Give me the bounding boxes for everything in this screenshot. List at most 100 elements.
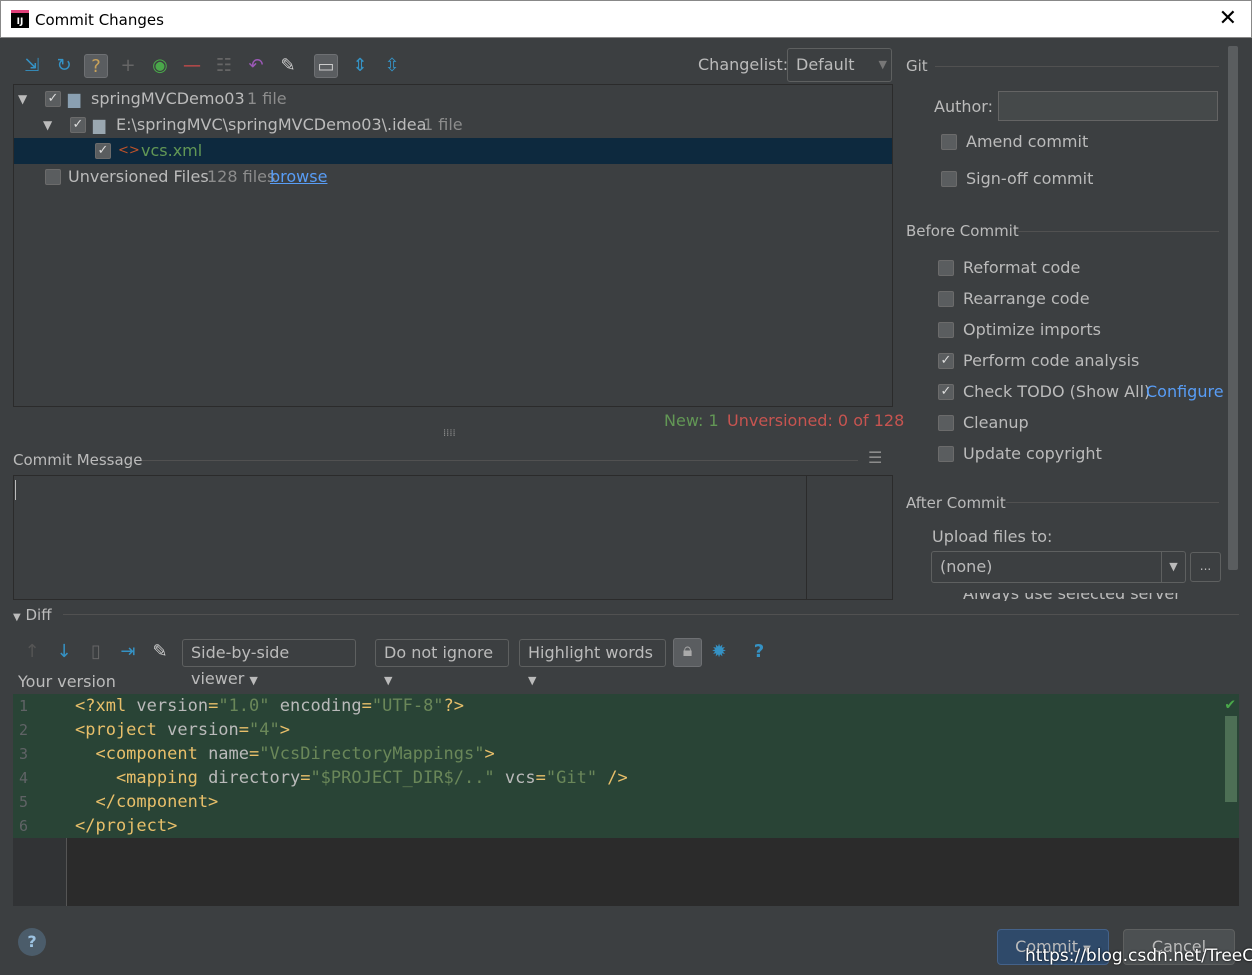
help-button[interactable]: ? [18,928,46,956]
editor-scrollbar[interactable] [1225,716,1237,802]
chevron-down-icon: ▼ [1161,552,1185,582]
ignore-select[interactable]: Do not ignore ▼ [375,639,509,687]
expand-icon[interactable]: ▼ [18,86,27,112]
checkbox[interactable]: ✓ [45,91,61,107]
previous-diff-icon[interactable]: ↑ [20,640,44,664]
xml-file-icon: <> [118,143,140,158]
viewer-value: Side-by-side viewer [191,643,290,688]
line-text: </component> [75,792,219,812]
author-input[interactable] [998,91,1218,121]
option-label: Check TODO (Show All) [963,382,1151,401]
option-label: Optimize imports [963,320,1101,339]
close-icon[interactable]: ✕ [1219,6,1237,31]
unversioned-label: Unversioned Files [68,167,209,186]
new-count: New: 1 [664,411,719,430]
highlight-select[interactable]: Highlight words ▼ [519,639,666,687]
line-number: 4 [19,769,29,787]
configure-link[interactable]: Configure [1146,382,1224,402]
unversioned-files-icon[interactable]: ? [84,54,108,78]
line-text: <project version="4"> [75,720,290,740]
app-logo: IJ [11,10,29,28]
changelist-label: Changelist: [698,55,789,74]
window-title: Commit Changes [35,11,164,29]
diff-help-icon[interactable]: ? [747,640,771,664]
tree-row-project[interactable]: ▼ ✓ ▆ springMVCDemo03 1 file [14,86,892,112]
checkbox[interactable] [45,169,61,185]
gear-icon[interactable]: ✹ [707,640,731,664]
line-text: <mapping directory="$PROJECT_DIR$/.." vc… [75,768,628,788]
group-icon[interactable]: ☷ [212,54,236,78]
edit-source-icon[interactable]: ✎ [276,54,300,78]
add-icon[interactable]: + [116,54,140,78]
splitter-handle[interactable]: ⁞⁞⁞⁞ [443,428,456,439]
commit-message-input[interactable] [13,475,893,600]
checkbox[interactable] [938,260,954,276]
checkmark-icon: ✔ [1225,694,1235,713]
line-text: <?xml version="1.0" encoding="UTF-8"?> [75,696,465,716]
module-icon: ▆ [68,89,81,108]
before-commit-title: Before Commit [906,222,1019,240]
diff-editor[interactable]: 1 <?xml version="1.0" encoding="UTF-8"?> 2… [13,694,1239,906]
collapse-icon: ▼ [13,612,21,623]
author-label: Author: [934,97,993,116]
code-line: 4 <mapping directory="$PROJECT_DIR$/.." … [13,766,1239,790]
chevron-down-icon: ▼ [249,674,258,687]
option-label: Reformat code [963,258,1081,277]
folder-icon: ▆ [93,115,106,134]
edit-source-icon[interactable]: ✎ [148,640,172,664]
checkbox[interactable]: ✓ [70,117,86,133]
unversioned-count: 128 files [207,167,276,186]
remove-icon[interactable]: — [180,54,204,78]
line-number: 6 [19,817,29,835]
option-label: Update copyright [963,444,1102,463]
code-line: 3 <component name="VcsDirectoryMappings"… [13,742,1239,766]
chevron-down-icon: ▼ [878,58,887,71]
refresh-icon[interactable]: ↻ [52,54,76,78]
tree-row-unversioned[interactable]: Unversioned Files 128 files browse [14,164,892,190]
checkbox[interactable] [938,446,954,462]
expand-all-icon[interactable]: ⇕ [348,54,372,78]
ignore-value: Do not ignore [384,643,494,662]
expand-icon[interactable]: ▼ [43,112,52,138]
group-by-directory-icon[interactable]: ▭ [314,54,338,78]
checkbox[interactable] [938,415,954,431]
checkbox[interactable] [938,322,954,338]
file-count: 1 file [423,115,463,134]
browse-servers-button[interactable]: ... [1190,552,1221,582]
checkbox[interactable]: ✓ [95,143,111,159]
title-bar: IJ Commit Changes ✕ [0,0,1252,38]
option-label: Perform code analysis [963,351,1140,370]
checkbox[interactable] [938,291,954,307]
checkbox[interactable]: ✓ [938,353,954,369]
line-text: </project> [75,816,178,836]
changelist-select[interactable]: Default ▼ [787,48,892,82]
jump-to-source-icon[interactable]: ⇥ [116,640,140,664]
browse-link[interactable]: browse [270,164,327,190]
show-diff-icon[interactable]: ◉ [148,54,172,78]
option-label: Cleanup [963,413,1029,432]
upload-server-select[interactable]: (none) ▼ [931,551,1186,583]
always-use-server-checkbox[interactable]: Always use selected server [938,593,1198,601]
rollback-icon[interactable]: ↶ [244,54,268,78]
next-diff-icon[interactable]: ↓ [52,640,76,664]
tree-row-file[interactable]: ✓ <> vcs.xml [14,138,892,164]
file-name: vcs.xml [141,141,203,160]
code-line: 6 </project> [13,814,1239,838]
checkbox[interactable]: ✓ [938,384,954,400]
lock-icon[interactable]: 🔒︎ [673,638,702,667]
collapse-all-icon[interactable]: ⇳ [380,54,404,78]
message-history-icon[interactable]: ☰ [868,448,882,467]
commit-message-label: Commit Message [13,451,143,469]
diff-title: Diff [25,606,52,624]
project-name: springMVCDemo03 [91,89,245,108]
line-text: <component name="VcsDirectoryMappings"> [75,744,495,764]
viewer-select[interactable]: Side-by-side viewer ▼ [182,639,356,688]
diff-toggle[interactable]: ▼ Diff [13,606,52,624]
move-to-changelist-icon[interactable]: ⇲ [20,54,44,78]
changes-tree[interactable]: ▼ ✓ ▆ springMVCDemo03 1 file ▼ ✓ ▆ E:\sp… [13,84,893,407]
git-section-title: Git [906,57,928,75]
your-version-label: Your version [18,672,116,691]
previous-file-icon[interactable]: ▯ [84,640,108,664]
right-panel-scrollbar[interactable] [1228,46,1238,570]
tree-row-directory[interactable]: ▼ ✓ ▆ E:\springMVC\springMVCDemo03\.idea… [14,112,892,138]
